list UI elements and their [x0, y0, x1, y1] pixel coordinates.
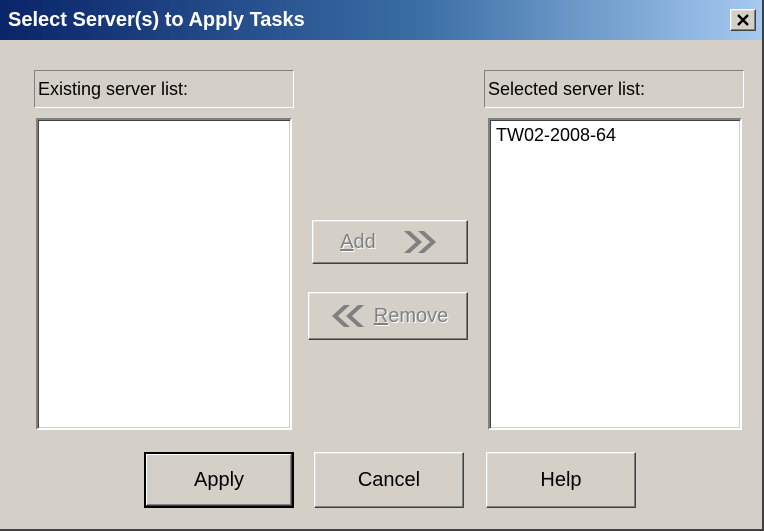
help-button[interactable]: Help [486, 452, 636, 508]
close-icon [737, 14, 749, 26]
remove-button-label: Remove [373, 304, 449, 327]
cancel-button[interactable]: Cancel [314, 452, 464, 508]
selected-server-list-label: Selected server list: [484, 70, 744, 108]
double-left-arrow-icon [331, 305, 364, 327]
remove-button[interactable]: Remove [308, 292, 468, 340]
apply-button[interactable]: Apply [144, 452, 294, 508]
list-item[interactable]: TW02-2008-64 [490, 120, 740, 150]
selected-server-listbox[interactable]: TW02-2008-64 [488, 118, 742, 430]
add-button[interactable]: Add [312, 220, 468, 264]
existing-server-list-label: Existing server list: [34, 70, 294, 108]
existing-server-listbox[interactable] [36, 118, 292, 430]
close-button[interactable] [730, 9, 756, 31]
select-servers-dialog: Select Server(s) to Apply Tasks Existing… [0, 0, 764, 531]
dialog-title: Select Server(s) to Apply Tasks [8, 9, 305, 31]
double-right-arrow-icon [403, 231, 436, 253]
add-button-label: Add [340, 230, 376, 253]
title-bar[interactable]: Select Server(s) to Apply Tasks [0, 0, 762, 40]
